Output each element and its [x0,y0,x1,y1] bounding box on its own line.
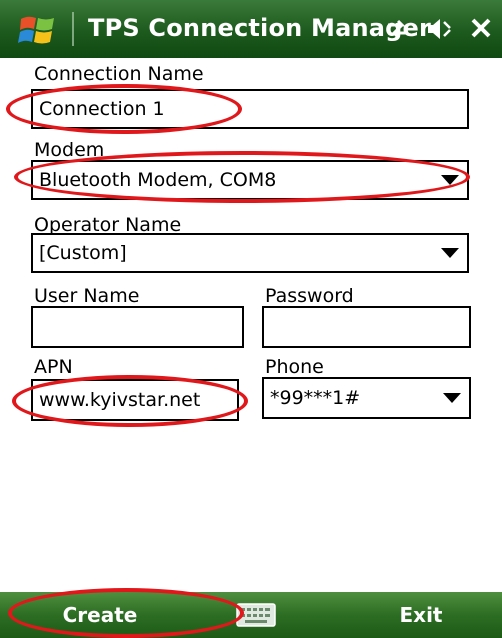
connection-name-label: Connection Name [34,63,204,85]
window-title: TPS Connection Manager [88,14,432,42]
user-name-label: User Name [34,285,140,307]
phone-select[interactable]: *99***1# [262,377,471,419]
connection-name-value: Connection 1 [39,98,165,120]
create-button[interactable]: Create [0,592,200,638]
chevron-down-icon [441,175,459,185]
title-bar: TPS Connection Manager [0,0,502,58]
modem-value: Bluetooth Modem, COM8 [39,169,277,191]
connection-name-input[interactable]: Connection 1 [31,89,469,129]
chevron-down-icon [443,393,461,403]
title-separator [72,12,74,46]
password-label: Password [265,285,354,307]
keyboard-icon[interactable] [236,602,276,628]
exit-button[interactable]: Exit [340,592,502,638]
operator-name-select[interactable]: [Custom] [31,233,469,273]
apn-value: www.kyivstar.net [39,389,201,411]
operator-name-value: [Custom] [39,242,127,264]
volume-icon[interactable] [426,16,454,42]
modem-label: Modem [34,139,105,161]
connectivity-icon[interactable] [384,16,412,42]
chevron-down-icon [441,248,459,258]
apn-label: APN [34,356,73,378]
modem-select[interactable]: Bluetooth Modem, COM8 [31,160,469,200]
user-name-input[interactable] [31,306,244,348]
phone-label: Phone [265,356,324,378]
apn-input[interactable]: www.kyivstar.net [31,379,239,421]
phone-value: *99***1# [270,387,361,409]
password-input[interactable] [262,306,471,348]
close-icon[interactable] [468,16,496,42]
windows-flag-icon[interactable] [18,10,58,50]
softkey-bar: Create Exit [0,592,502,638]
